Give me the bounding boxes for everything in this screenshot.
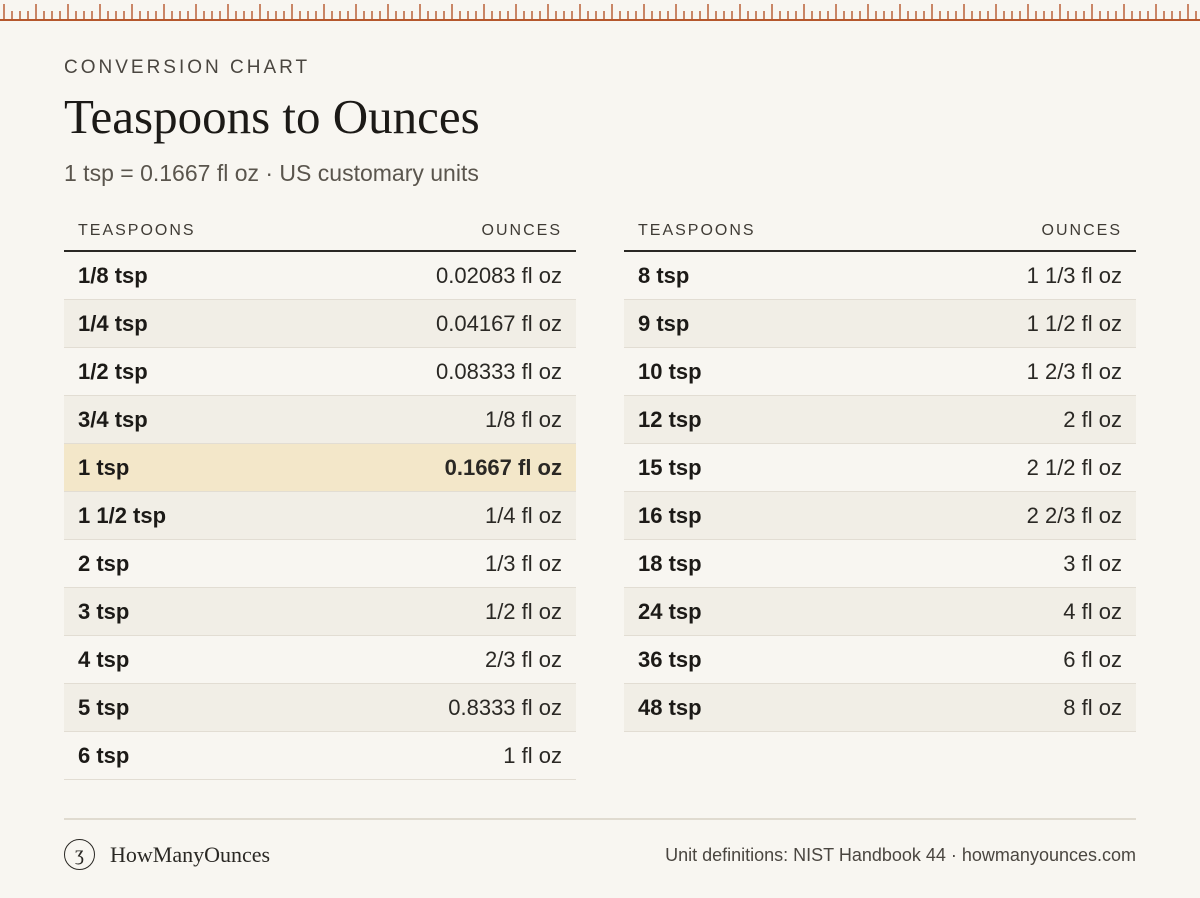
teaspoons-cell: 36 tsp	[638, 646, 702, 672]
teaspoons-cell: 48 tsp	[638, 694, 702, 720]
ounces-cell: 1 fl oz	[503, 742, 562, 768]
table-row: 6 tsp 1 fl oz	[64, 732, 576, 780]
table-row: 24 tsp 4 fl oz	[624, 588, 1136, 636]
eyebrow-label: CONVERSION CHART	[64, 57, 311, 78]
conversion-table-left: TEASPOONS OUNCES 1/8 tsp 0.02083 fl oz 1/4…	[64, 212, 576, 780]
table-row: 1/2 tsp 0.08333 fl oz	[64, 348, 576, 396]
ounces-cell: 0.02083 fl oz	[436, 262, 562, 288]
ounces-cell: 8 fl oz	[1063, 694, 1122, 720]
brand[interactable]: ʒ HowManyOunces	[64, 839, 270, 870]
table-row: 3 tsp 1/2 fl oz	[64, 588, 576, 636]
ounces-cell: 1 1/3 fl oz	[1026, 262, 1122, 288]
brand-name: HowManyOunces	[110, 841, 271, 867]
ounces-cell: 1 2/3 fl oz	[1026, 358, 1122, 384]
teaspoons-cell: 1/2 tsp	[78, 358, 148, 384]
ounces-cell: 2/3 fl oz	[484, 646, 562, 672]
table-row: 16 tsp 2 2/3 fl oz	[624, 492, 1136, 540]
table-row: 1/4 tsp 0.04167 fl oz	[64, 300, 576, 348]
ounces-cell: 2 fl oz	[1063, 406, 1122, 432]
table-row: 12 tsp 2 fl oz	[624, 396, 1136, 444]
teaspoons-cell: 6 tsp	[78, 742, 130, 768]
table-row: 9 tsp 1 1/2 fl oz	[624, 300, 1136, 348]
teaspoons-cell: 16 tsp	[638, 502, 702, 528]
footer-credits: Unit definitions: NIST Handbook 44 · how…	[665, 845, 1136, 865]
ounces-cell: 2 1/2 fl oz	[1026, 454, 1122, 480]
teaspoons-cell: 12 tsp	[638, 406, 702, 432]
ounces-cell: 2 2/3 fl oz	[1026, 502, 1122, 528]
teaspoons-cell: 5 tsp	[78, 694, 130, 720]
teaspoons-cell: 18 tsp	[638, 550, 702, 576]
ruler-decoration	[0, 0, 1200, 22]
column-header-teaspoons: TEASPOONS	[638, 222, 756, 239]
teaspoons-cell: 2 tsp	[78, 550, 130, 576]
ounces-cell: 4 fl oz	[1063, 598, 1122, 624]
teaspoons-cell: 1/4 tsp	[78, 310, 148, 336]
ruler-ticks	[0, 4, 1200, 21]
table-row: 3/4 tsp 1/8 fl oz	[64, 396, 576, 444]
ounces-cell: 3 fl oz	[1063, 550, 1122, 576]
table-row-highlighted: 1 tsp 0.1667 fl oz	[64, 444, 576, 492]
ounces-cell: 1/3 fl oz	[484, 550, 562, 576]
teaspoons-cell: 3/4 tsp	[78, 406, 148, 432]
table-row: 2 tsp 1/3 fl oz	[64, 540, 576, 588]
table-row: 15 tsp 2 1/2 fl oz	[624, 444, 1136, 492]
logo-icon: ʒ	[64, 839, 95, 870]
ounces-cell: 0.8333 fl oz	[448, 694, 562, 720]
page-title: Teaspoons to Ounces	[64, 89, 480, 144]
table-body: 8 tsp 1 1/3 fl oz 9 tsp 1 1/2 fl oz 10 tsp 1 …	[624, 252, 1136, 732]
column-header-teaspoons: TEASPOONS	[78, 222, 196, 239]
table-row: 10 tsp 1 2/3 fl oz	[624, 348, 1136, 396]
table-body: 1/8 tsp 0.02083 fl oz 1/4 tsp 0.04167 fl oz…	[64, 252, 576, 780]
ounces-cell: 0.1667 fl oz	[444, 454, 562, 480]
teaspoons-cell: 8 tsp	[638, 262, 690, 288]
teaspoons-cell: 1/8 tsp	[78, 262, 148, 288]
teaspoons-cell: 1 tsp	[78, 454, 130, 480]
ounces-cell: 0.08333 fl oz	[436, 358, 562, 384]
table-row: 1/8 tsp 0.02083 fl oz	[64, 252, 576, 300]
ounces-cell: 1/8 fl oz	[484, 406, 562, 432]
ounces-cell: 0.04167 fl oz	[436, 310, 562, 336]
table-header: TEASPOONS OUNCES	[64, 212, 576, 252]
ounces-cell: 6 fl oz	[1063, 646, 1122, 672]
teaspoons-cell: 9 tsp	[638, 310, 690, 336]
teaspoons-cell: 3 tsp	[78, 598, 130, 624]
column-header-ounces: OUNCES	[1041, 222, 1122, 239]
teaspoons-cell: 10 tsp	[638, 358, 702, 384]
table-row: 5 tsp 0.8333 fl oz	[64, 684, 576, 732]
table-row: 18 tsp 3 fl oz	[624, 540, 1136, 588]
table-row: 8 tsp 1 1/3 fl oz	[624, 252, 1136, 300]
teaspoons-cell: 4 tsp	[78, 646, 130, 672]
teaspoons-cell: 1 1/2 tsp	[78, 502, 167, 528]
teaspoons-cell: 24 tsp	[638, 598, 702, 624]
ounces-cell: 1 1/2 fl oz	[1026, 310, 1122, 336]
table-header: TEASPOONS OUNCES	[624, 212, 1136, 252]
table-row: 36 tsp 6 fl oz	[624, 636, 1136, 684]
footer-divider	[64, 818, 1136, 820]
ounces-cell: 1/2 fl oz	[484, 598, 562, 624]
table-row: 48 tsp 8 fl oz	[624, 684, 1136, 732]
ounces-cell: 1/4 fl oz	[484, 502, 562, 528]
table-row: 1 1/2 tsp 1/4 fl oz	[64, 492, 576, 540]
table-row: 4 tsp 2/3 fl oz	[64, 636, 576, 684]
column-header-ounces: OUNCES	[481, 222, 562, 239]
teaspoons-cell: 15 tsp	[638, 454, 702, 480]
page-subtitle: 1 tsp = 0.1667 fl oz · US customary unit…	[64, 160, 479, 186]
conversion-table-right: TEASPOONS OUNCES 8 tsp 1 1/3 fl oz 9 tsp 1 …	[624, 212, 1136, 732]
